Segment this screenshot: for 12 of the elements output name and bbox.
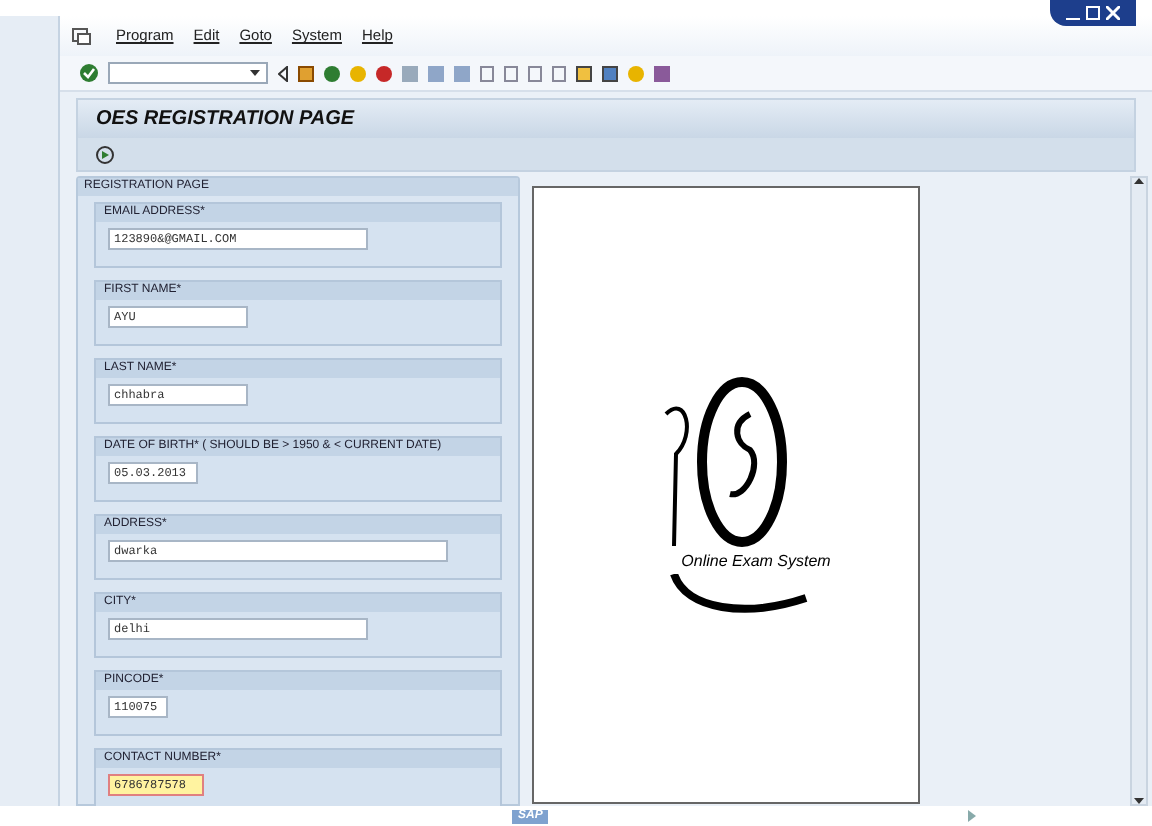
execute-icon[interactable] [96, 145, 114, 163]
close-icon[interactable] [1106, 6, 1120, 20]
back-arrow-icon[interactable] [278, 65, 288, 81]
page-title: OES REGISTRATION PAGE [96, 106, 355, 134]
scroll-up-icon[interactable] [1134, 178, 1144, 184]
logo-text: Online Exam System [681, 549, 831, 573]
scrollbar[interactable] [1130, 176, 1148, 806]
restore-icon[interactable] [1086, 6, 1100, 20]
command-field[interactable] [108, 62, 268, 84]
dropdown-icon[interactable] [250, 70, 260, 76]
menu-icon[interactable] [72, 27, 92, 45]
check-icon[interactable] [80, 64, 98, 82]
